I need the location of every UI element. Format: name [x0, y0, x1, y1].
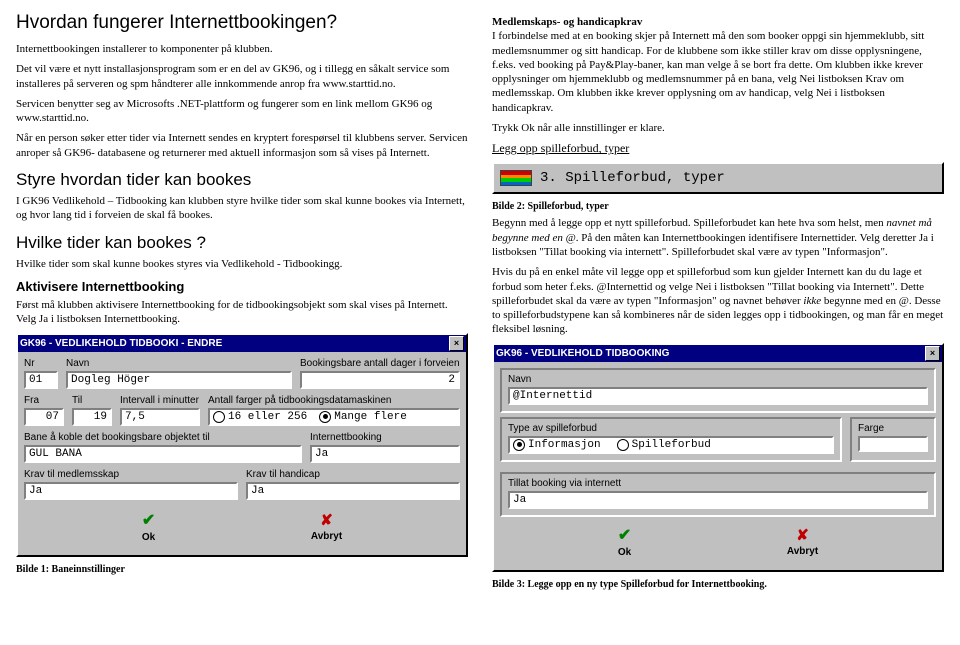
check-icon: ✔: [142, 510, 155, 530]
right-column: Medlemskaps- og handicapkrav I forbindel…: [492, 12, 944, 593]
input-nr[interactable]: 01: [24, 371, 58, 389]
paragraph: Internettbookingen installerer to kompon…: [16, 42, 468, 56]
stripes-icon: [500, 170, 532, 186]
cancel-button[interactable]: ✘ Avbryt: [787, 526, 818, 557]
radio-many[interactable]: Mange flere: [319, 411, 407, 423]
label-farge: Farge: [858, 423, 928, 434]
input-navn[interactable]: @Internettid: [508, 387, 928, 405]
heading-main: Hvordan fungerer Internettbookingen?: [16, 12, 468, 34]
ok-button[interactable]: ✔ Ok: [142, 510, 155, 543]
caption-bilde3: Bilde 3: Legge opp en ny type Spilleforb…: [492, 578, 944, 591]
heading-which-times: Hvilke tider kan bookes ?: [16, 233, 468, 253]
label-til: Til: [72, 395, 112, 406]
label-internettbooking: Internettbooking: [310, 432, 460, 443]
titlebar: GK96 - VEDLIKEHOLD TIDBOOKING ×: [494, 345, 942, 362]
subheading-medlemskap: Medlemskaps- og handicapkrav: [492, 16, 642, 28]
label-fra: Fra: [24, 395, 64, 406]
radio-informasjon[interactable]: Informasjon: [513, 439, 601, 451]
label-krav-handicap: Krav til handicap: [246, 469, 460, 480]
caption-bilde2: Bilde 2: Spilleforbud, typer: [492, 200, 944, 213]
close-icon: ✘: [320, 511, 333, 529]
radio-spilleforbud[interactable]: Spilleforbud: [617, 439, 711, 451]
check-icon: ✔: [618, 525, 631, 545]
select-farge[interactable]: [858, 436, 928, 452]
box-spilleforbud-typer: 3. Spilleforbud, typer: [492, 162, 944, 194]
label-bane: Bane å koble det bookingsbare objektet t…: [24, 432, 302, 443]
select-internettbooking[interactable]: Ja: [310, 445, 460, 463]
label-type: Type av spilleforbud: [508, 423, 834, 434]
label-colors: Antall farger på tidbookingsdatamaskinen: [208, 395, 460, 406]
dialog-title: GK96 - VEDLIKEHOLD TIDBOOKING: [496, 348, 669, 359]
radio-16-256[interactable]: 16 eller 256: [213, 411, 307, 423]
left-column: Hvordan fungerer Internettbookingen? Int…: [16, 12, 468, 593]
paragraph: Begynn med å legge opp et nytt spillefor…: [492, 216, 944, 259]
input-interval[interactable]: 7,5: [120, 408, 200, 426]
close-icon[interactable]: ×: [925, 346, 940, 361]
select-krav-medlem[interactable]: Ja: [24, 482, 238, 500]
label-nr: Nr: [24, 358, 58, 369]
paragraph: Trykk Ok når alle innstillinger er klare…: [492, 121, 944, 135]
dialog-title: GK96 - VEDLIKEHOLD TIDBOOKI - ENDRE: [20, 338, 222, 349]
dialog-spilleforbud: GK96 - VEDLIKEHOLD TIDBOOKING × Navn @In…: [492, 343, 944, 572]
close-icon: ✘: [796, 526, 809, 544]
paragraph: Det vil være et nytt installasjonsprogra…: [16, 62, 468, 91]
label-navn: Navn: [66, 358, 292, 369]
cancel-button[interactable]: ✘ Avbryt: [311, 511, 342, 542]
caption-bilde1: Bilde 1: Baneinnstillinger: [16, 563, 468, 576]
select-tillat[interactable]: Ja: [508, 491, 928, 509]
paragraph: Hvilke tider som skal kunne bookes styre…: [16, 257, 468, 271]
box-text: 3. Spilleforbud, typer: [540, 170, 725, 186]
close-icon[interactable]: ×: [449, 336, 464, 351]
label-interval: Intervall i minutter: [120, 395, 200, 406]
input-book-days[interactable]: 2: [300, 371, 460, 389]
input-fra[interactable]: 07: [24, 408, 64, 426]
heading-legg-opp: Legg opp spilleforbud, typer: [492, 141, 944, 156]
dialog-bane: GK96 - VEDLIKEHOLD TIDBOOKI - ENDRE × Nr…: [16, 333, 468, 557]
paragraph: Medlemskaps- og handicapkrav I forbindel…: [492, 15, 944, 115]
paragraph: Servicen benytter seg av Microsofts .NET…: [16, 97, 468, 126]
subheading-activate: Aktivisere Internettbooking: [16, 279, 468, 294]
paragraph: Først må klubben aktivisere Internettboo…: [16, 298, 468, 327]
input-navn[interactable]: Dogleg Höger: [66, 371, 292, 389]
paragraph: I GK96 Vedlikehold – Tidbooking kan klub…: [16, 194, 468, 223]
label-tillat: Tillat booking via internett: [508, 478, 928, 489]
paragraph: Når en person søker etter tider via Inte…: [16, 131, 468, 160]
select-bane[interactable]: GUL BANA: [24, 445, 302, 463]
ok-button[interactable]: ✔ Ok: [618, 525, 631, 558]
label-navn: Navn: [508, 374, 928, 385]
input-til[interactable]: 19: [72, 408, 112, 426]
label-krav-medlem: Krav til medlemsskap: [24, 469, 238, 480]
label-book-days: Bookingsbare antall dager i forveien: [300, 358, 460, 369]
heading-control-booking: Styre hvordan tider kan bookes: [16, 170, 468, 190]
titlebar: GK96 - VEDLIKEHOLD TIDBOOKI - ENDRE ×: [18, 335, 466, 352]
select-krav-handicap[interactable]: Ja: [246, 482, 460, 500]
paragraph: Hvis du på en enkel måte vil legge opp e…: [492, 265, 944, 336]
